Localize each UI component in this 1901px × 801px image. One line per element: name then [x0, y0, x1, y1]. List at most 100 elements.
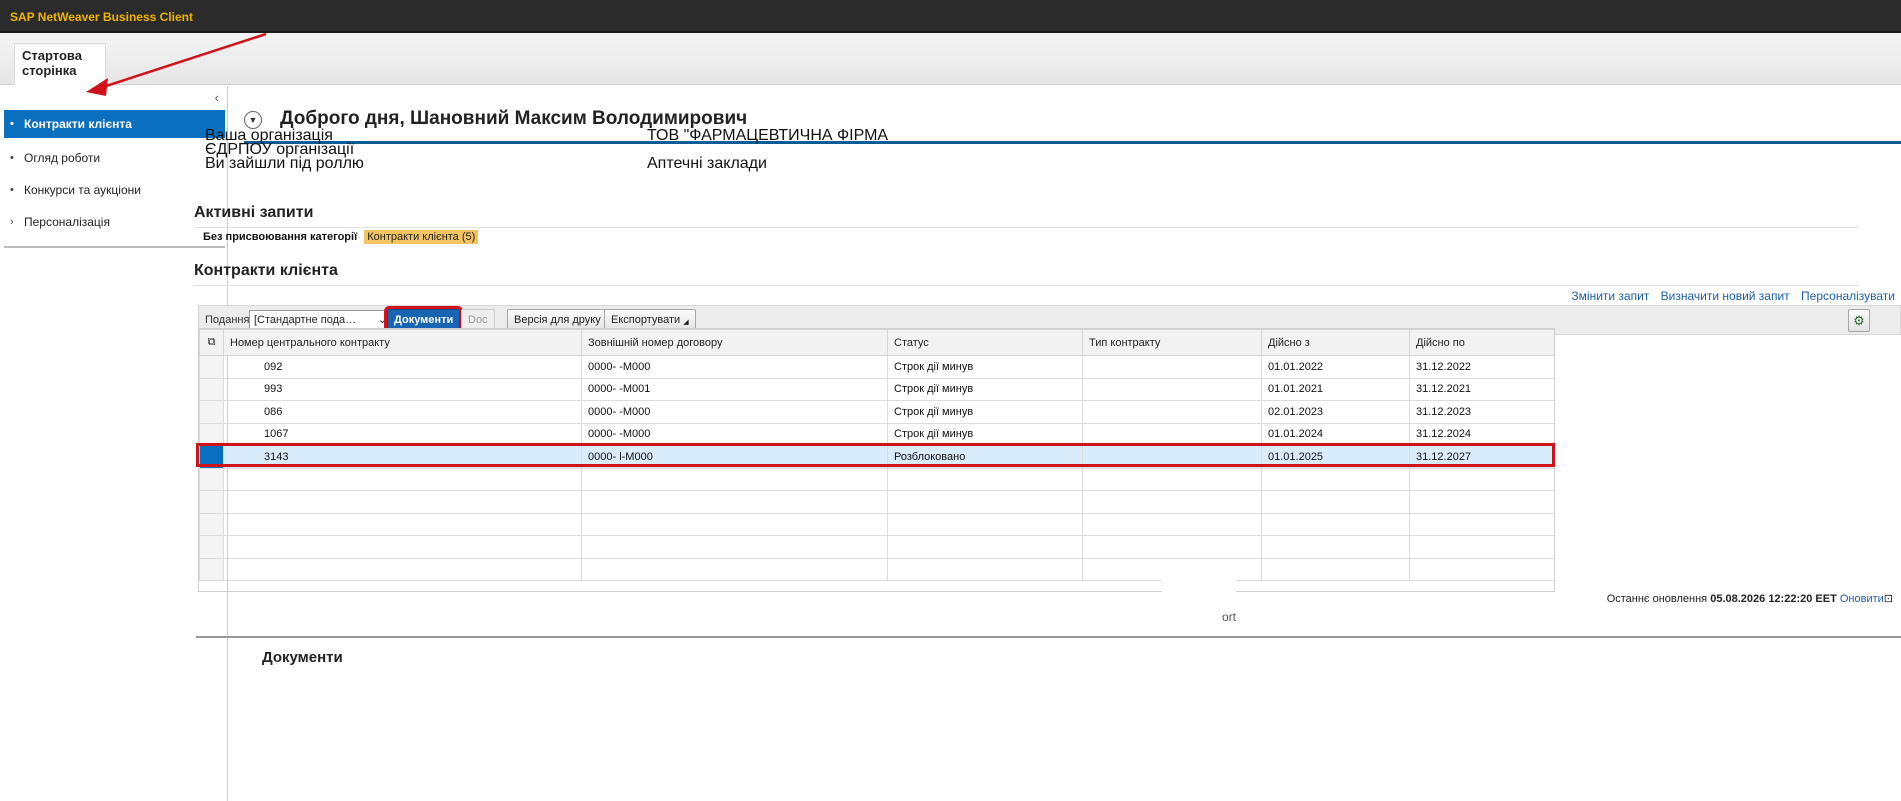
table-cell [1409, 490, 1554, 514]
table-cell: 092 [223, 355, 582, 379]
table-cell [223, 512, 582, 536]
bullet-icon: • [10, 184, 14, 196]
empty-row [199, 467, 1554, 491]
table-cell [581, 490, 888, 514]
table-cell [1082, 445, 1262, 469]
sidebar-item-label: Конкурси та аукціони [24, 183, 141, 197]
column-header[interactable]: Тип контракту [1082, 329, 1262, 356]
table-cell [887, 490, 1083, 514]
table-cell: 993 [223, 377, 582, 401]
table-cell: 0000- l-M000 [581, 445, 888, 469]
row-selector[interactable] [199, 400, 224, 424]
table-cell [199, 535, 224, 559]
table-cell: 01.01.2021 [1261, 377, 1410, 401]
table-cell: 3143 [223, 445, 582, 469]
table-cell: 31.12.2022 [1409, 355, 1554, 379]
empty-row [199, 535, 1554, 559]
table-cell [581, 512, 888, 536]
title-bar: SAP NetWeaver Business Client [0, 0, 1901, 33]
table-cell [887, 467, 1083, 491]
table-row[interactable]: 3143 0000- l-M000 Розблоковано 01.01.2025 31… [199, 445, 1554, 469]
table-cell: 31.12.2021 [1409, 377, 1554, 401]
table-row[interactable]: 1067 0000- -M000 Строк дії минув 01.01.2024… [199, 422, 1554, 446]
contracts-title: Контракти клієнта [194, 262, 1859, 286]
table-cell [1409, 467, 1554, 491]
sidebar-item-label: Персоналізація [24, 215, 110, 229]
table-cell [1261, 557, 1410, 581]
column-header[interactable]: Дійсно по [1409, 329, 1554, 356]
table-cell: 0000- -M000 [581, 355, 888, 379]
view-select-value: [Стандартне пода… [254, 314, 357, 326]
row-selector[interactable] [199, 422, 224, 446]
last-update-label: Останнє оновлення [1606, 593, 1708, 605]
table-cell: Строк дії минув [887, 400, 1083, 424]
change-query-link[interactable]: Змінити запит [1571, 289, 1649, 303]
table-cell [1082, 377, 1262, 401]
row-selector[interactable] [199, 445, 224, 469]
table-cell [1082, 422, 1262, 446]
chevron-down-icon: ⌄ [377, 314, 387, 326]
sidebar: ‹ • Контракти клієнта • Огляд роботи • К… [0, 86, 228, 801]
table-cell: 0000- -M001 [581, 377, 888, 401]
table-cell [887, 512, 1083, 536]
refresh-icon[interactable]: ⊡ [1884, 593, 1893, 605]
row-selector[interactable] [199, 377, 224, 401]
tab-home[interactable]: Стартова сторінка [14, 43, 106, 85]
tab-strip: Стартова сторінка [0, 33, 1901, 85]
table-cell: 31.12.2024 [1409, 422, 1554, 446]
table-row[interactable]: 993 0000- -M001 Строк дії минув 01.01.2021 3… [199, 377, 1554, 401]
table-cell: 31.12.2023 [1409, 400, 1554, 424]
column-header[interactable]: Зовнішній номер договору [581, 329, 888, 356]
refresh-link[interactable]: Оновити [1840, 593, 1884, 605]
role-label: Ви зайшли під роллю [205, 155, 364, 172]
personalize-link[interactable]: Персоналізувати [1801, 289, 1895, 303]
sidebar-item-personalization[interactable]: › Персоналізація [4, 206, 225, 238]
table-cell [1261, 512, 1410, 536]
export-label: Експортувати [611, 314, 681, 326]
sidebar-item-tenders[interactable]: • Конкурси та аукціони [4, 174, 225, 206]
table-cell [223, 535, 582, 559]
table-row[interactable]: 086 0000- -M000 Строк дії минув 02.01.2023 3… [199, 400, 1554, 424]
query-link-customer-contracts[interactable]: Контракти клієнта (5) [364, 230, 479, 244]
select-all-icon[interactable]: ⧉ [199, 329, 224, 356]
new-query-link[interactable]: Визначити новий запит [1661, 289, 1790, 303]
last-update: Останнє оновлення 05.08.2026 12:22:20 EE… [1607, 592, 1893, 605]
column-header[interactable]: Статус [887, 329, 1083, 356]
table-cell [1409, 557, 1554, 581]
sidebar-item-customer-contracts[interactable]: • Контракти клієнта [4, 110, 225, 138]
table-cell: 01.01.2025 [1261, 445, 1410, 469]
table-cell: 01.01.2024 [1261, 422, 1410, 446]
query-links: Змінити запит Визначити новий запит Перс… [1563, 289, 1895, 303]
sidebar-item-work-overview[interactable]: • Огляд роботи [4, 142, 225, 174]
table-cell: Строк дії минув [887, 355, 1083, 379]
table-row[interactable]: 092 0000- -M000 Строк дії минув 01.01.2022 3… [199, 355, 1554, 379]
table-cell [1082, 467, 1262, 491]
table-cell: Розблоковано [887, 445, 1083, 469]
table-cell [199, 490, 224, 514]
table-cell [1082, 400, 1262, 424]
last-update-value: 05.08.2026 12:22:20 EET [1710, 593, 1837, 605]
active-queries-title: Активні запити [194, 204, 1859, 228]
table-cell: 086 [223, 400, 582, 424]
table-cell: Строк дії минув [887, 422, 1083, 446]
column-header[interactable]: Дійсно з [1261, 329, 1410, 356]
role-value: Аптечні заклади [647, 155, 767, 172]
table-cell: 0000- -M000 [581, 422, 888, 446]
bullet-icon: • [10, 118, 14, 130]
table-cell: 02.01.2023 [1261, 400, 1410, 424]
table-cell [1082, 355, 1262, 379]
view-label: Подання: [205, 314, 253, 326]
contracts-grid: ⧉ Номер центрального контракту Зовнішній… [199, 329, 1554, 581]
collapse-sidebar-icon[interactable]: ‹ [215, 90, 219, 105]
partial-text: ort [1222, 610, 1237, 624]
row-selector[interactable] [199, 355, 224, 379]
table-cell [581, 557, 888, 581]
query-bar: Без присвоювання категорії Контракти клі… [203, 230, 479, 244]
table-cell: 01.01.2022 [1261, 355, 1410, 379]
column-header[interactable]: Номер центрального контракту [223, 329, 582, 356]
sidebar-item-label: Контракти клієнта [24, 117, 132, 131]
settings-person-icon[interactable]: ⚙ [1848, 309, 1870, 332]
table-cell [581, 535, 888, 559]
welcome-header: ▼ Доброго дня, Шановний Максим Володимир… [244, 104, 1901, 144]
empty-row [199, 557, 1554, 581]
